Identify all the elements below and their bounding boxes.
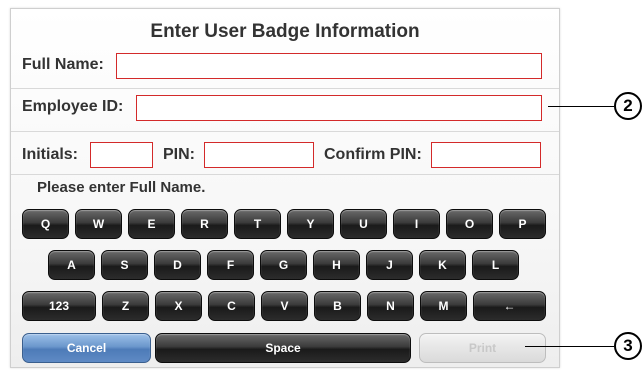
key-l[interactable]: L bbox=[472, 250, 519, 280]
divider bbox=[11, 88, 559, 89]
status-prompt: Please enter Full Name. bbox=[37, 179, 206, 196]
key-a[interactable]: A bbox=[48, 250, 95, 280]
key-p[interactable]: P bbox=[499, 209, 546, 239]
key-b[interactable]: B bbox=[314, 291, 361, 321]
key-z[interactable]: Z bbox=[102, 291, 149, 321]
full-name-field[interactable] bbox=[116, 53, 542, 79]
key-o[interactable]: O bbox=[446, 209, 493, 239]
key-s[interactable]: S bbox=[101, 250, 148, 280]
key-j[interactable]: J bbox=[366, 250, 413, 280]
callout-line bbox=[525, 346, 614, 347]
key-v[interactable]: V bbox=[261, 291, 308, 321]
callout-line bbox=[548, 106, 614, 107]
employee-id-label: Employee ID: bbox=[22, 98, 124, 115]
confirm-pin-field[interactable] bbox=[431, 142, 541, 168]
backspace-key[interactable]: ← bbox=[473, 291, 546, 321]
key-i[interactable]: I bbox=[393, 209, 440, 239]
dialog-title: Enter User Badge Information bbox=[150, 21, 420, 42]
badge-info-dialog: Enter User Badge Information Full Name: … bbox=[10, 8, 560, 368]
key-g[interactable]: G bbox=[260, 250, 307, 280]
key-y[interactable]: Y bbox=[287, 209, 334, 239]
full-name-label: Full Name: bbox=[22, 56, 104, 73]
key-123[interactable]: 123 bbox=[22, 291, 96, 321]
key-q[interactable]: Q bbox=[22, 209, 69, 239]
print-button[interactable]: Print bbox=[419, 333, 546, 363]
key-d[interactable]: D bbox=[154, 250, 201, 280]
key-w[interactable]: W bbox=[75, 209, 122, 239]
key-k[interactable]: K bbox=[419, 250, 466, 280]
key-r[interactable]: R bbox=[181, 209, 228, 239]
key-m[interactable]: M bbox=[420, 291, 467, 321]
space-key[interactable]: Space bbox=[155, 333, 411, 363]
pin-label: PIN: bbox=[163, 146, 195, 163]
key-n[interactable]: N bbox=[367, 291, 414, 321]
key-c[interactable]: C bbox=[208, 291, 255, 321]
key-u[interactable]: U bbox=[340, 209, 387, 239]
initials-label: Initials: bbox=[22, 146, 79, 163]
callout-badge: 2 bbox=[614, 92, 642, 120]
key-h[interactable]: H bbox=[313, 250, 360, 280]
cancel-button[interactable]: Cancel bbox=[22, 333, 151, 363]
key-t[interactable]: T bbox=[234, 209, 281, 239]
callout-badge: 3 bbox=[614, 332, 642, 360]
initials-field[interactable] bbox=[90, 142, 153, 168]
key-f[interactable]: F bbox=[207, 250, 254, 280]
divider bbox=[11, 131, 559, 132]
key-e[interactable]: E bbox=[128, 209, 175, 239]
confirm-pin-label: Confirm PIN: bbox=[324, 146, 422, 163]
divider bbox=[11, 174, 559, 175]
employee-id-field[interactable] bbox=[136, 95, 542, 121]
pin-field[interactable] bbox=[204, 142, 314, 168]
key-x[interactable]: X bbox=[155, 291, 202, 321]
